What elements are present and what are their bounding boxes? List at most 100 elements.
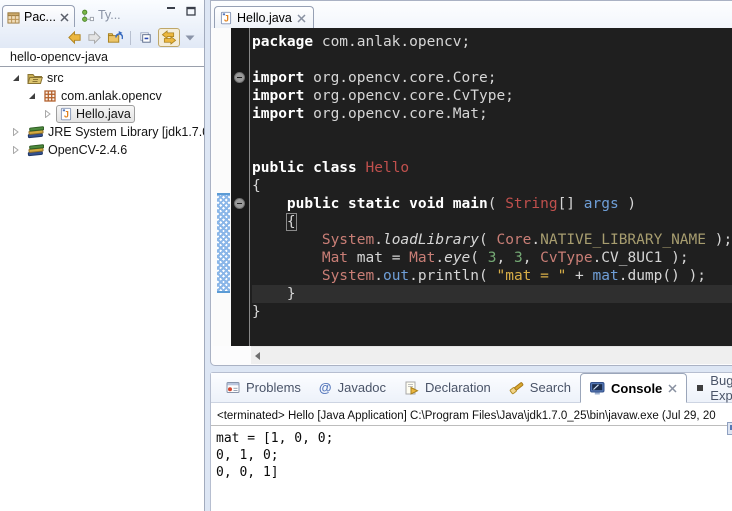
code-line[interactable] [252, 123, 732, 141]
fold-collapse-icon[interactable] [234, 198, 245, 209]
bottom-tabbar: Problems @ Javadoc Declaration Search Co… [211, 373, 732, 403]
annotation-ruler[interactable] [213, 28, 231, 346]
back-button[interactable] [67, 30, 82, 45]
console-output-line: mat = [1, 0, 0; [216, 430, 732, 447]
tab-label: Ty... [98, 8, 121, 22]
tree-row-package[interactable]: com.anlak.opencv [0, 87, 204, 105]
package-explorer-header: Pac... Ty... [0, 0, 204, 48]
code-line[interactable]: System.loadLibrary( Core.NATIVE_LIBRARY_… [252, 231, 732, 249]
javadoc-icon: @ [319, 380, 332, 395]
tab-label: Pac... [24, 10, 56, 24]
console-view: <terminated> Hello [Java Application] C:… [211, 403, 732, 511]
tree-row-jre-library[interactable]: JRE System Library [jdk1.7.0 [0, 123, 204, 141]
code-line[interactable]: public class Hello [252, 159, 732, 177]
tab-search[interactable]: Search [500, 373, 580, 402]
tree-header: hello-opencv-java [0, 49, 204, 66]
bug-icon [696, 384, 704, 392]
link-with-editor-button[interactable] [158, 28, 180, 47]
code-line[interactable]: Mat mat = Mat.eye( 3, 3, CvType.CV_8UC1 … [252, 249, 732, 267]
up-button[interactable] [107, 30, 123, 45]
library-icon [27, 125, 44, 139]
tab-javadoc[interactable]: @ Javadoc [310, 373, 395, 402]
maximize-icon[interactable] [186, 6, 196, 16]
collapsed-arrow-icon[interactable] [12, 146, 22, 154]
svg-text:J: J [224, 14, 229, 24]
folding-gutter[interactable] [231, 28, 250, 346]
tab-bug-explorer[interactable]: Bug Explorer [687, 373, 732, 402]
forward-button[interactable] [87, 30, 102, 45]
tab-label: Hello.java [237, 11, 292, 25]
tree-item-label: Hello.java [76, 107, 131, 121]
view-menu-icon[interactable] [185, 35, 195, 41]
type-hierarchy-icon [81, 9, 94, 22]
editor-part: J Hello.java package com.anlak.opencv; im… [210, 0, 732, 366]
tab-hello-java-editor[interactable]: J Hello.java [214, 6, 314, 28]
editor-tabbar: J Hello.java [211, 1, 732, 28]
code-line[interactable]: import org.opencv.core.CvType; [252, 87, 732, 105]
package-explorer-toolbar [0, 27, 204, 48]
code-line[interactable]: System.out.println( "mat = " + mat.dump(… [252, 267, 732, 285]
console-icon [590, 382, 605, 395]
tab-console[interactable]: Console [580, 373, 687, 403]
minimize-icon[interactable] [166, 6, 176, 16]
collapsed-arrow-icon[interactable] [12, 128, 22, 136]
code-line[interactable]: } [252, 285, 732, 303]
code-line[interactable]: package com.anlak.opencv; [252, 33, 732, 51]
scroll-left-arrow-icon[interactable] [255, 352, 260, 360]
view-window-buttons [166, 6, 196, 16]
selected-tree-item[interactable]: J Hello.java [56, 105, 135, 123]
code-line[interactable]: public static void main( String[] args ) [252, 195, 732, 213]
source-folder-icon [27, 72, 43, 85]
tab-problems[interactable]: Problems [217, 373, 310, 402]
tab-label: Console [611, 381, 662, 396]
code-line[interactable]: import org.opencv.core.Mat; [252, 105, 732, 123]
library-icon [27, 143, 44, 157]
console-status-line: <terminated> Hello [Java Application] C:… [211, 403, 732, 426]
editor-body: package com.anlak.opencv; import org.open… [213, 28, 732, 346]
tab-label: Declaration [425, 380, 491, 395]
expanded-arrow-icon[interactable] [28, 92, 38, 100]
bottom-views-panel: Problems @ Javadoc Declaration Search Co… [210, 372, 732, 511]
package-icon [43, 89, 57, 103]
declaration-icon [404, 381, 419, 395]
package-explorer-icon [7, 11, 20, 24]
svg-text:J: J [64, 110, 69, 120]
tree-item-label: src [47, 71, 64, 85]
tree-header-divider [0, 66, 204, 67]
tab-label: Search [530, 380, 571, 395]
console-toolbar-fragment-icon [727, 422, 732, 435]
close-icon[interactable] [60, 13, 69, 22]
code-line[interactable]: { [252, 213, 732, 231]
collapsed-arrow-icon[interactable] [44, 110, 54, 118]
close-icon[interactable] [668, 384, 677, 393]
fold-collapse-icon[interactable] [234, 72, 245, 83]
tab-type-hierarchy[interactable]: Ty... [75, 4, 127, 27]
java-file-icon: J [60, 107, 72, 121]
console-output[interactable]: mat = [1, 0, 0; 0, 1, 0; 0, 0, 1] [211, 426, 732, 481]
code-line[interactable]: import org.opencv.core.Core; [252, 69, 732, 87]
collapse-all-button[interactable] [138, 30, 153, 45]
tree-item-label: JRE System Library [jdk1.7.0 [48, 125, 204, 139]
tree-item-label: OpenCV-2.4.6 [48, 143, 127, 157]
close-icon[interactable] [297, 14, 306, 23]
tree-row-src[interactable]: src [0, 69, 204, 87]
search-icon [509, 380, 524, 395]
code-line[interactable]: { [252, 177, 732, 195]
expanded-arrow-icon[interactable] [12, 74, 22, 82]
code-line[interactable] [252, 51, 732, 69]
toolbar-separator [130, 31, 131, 45]
horizontal-scrollbar[interactable] [251, 346, 732, 364]
tree-item-label: com.anlak.opencv [61, 89, 162, 103]
tree-row-opencv-library[interactable]: OpenCV-2.4.6 [0, 141, 204, 159]
code-line[interactable] [252, 141, 732, 159]
tab-package-explorer[interactable]: Pac... [2, 5, 75, 27]
tab-label: Bug Explorer [710, 373, 732, 403]
code-line[interactable]: } [252, 303, 732, 321]
code-editor[interactable]: package com.anlak.opencv; import org.open… [250, 28, 732, 346]
tree-row-hello-java[interactable]: J Hello.java [0, 105, 204, 123]
tab-declaration[interactable]: Declaration [395, 373, 500, 402]
console-output-line: 0, 0, 1] [216, 464, 732, 481]
package-explorer-panel: Pac... Ty... [0, 0, 205, 511]
tab-label: Problems [246, 380, 301, 395]
problems-icon [226, 381, 240, 394]
